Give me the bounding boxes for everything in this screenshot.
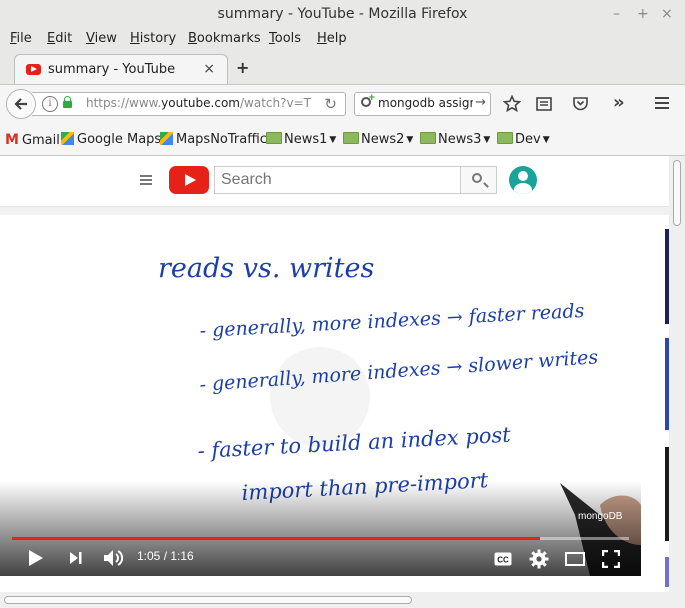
new-tab-button[interactable]: + — [236, 58, 249, 77]
fullscreen-icon[interactable] — [602, 550, 620, 568]
menu-hamburger-icon[interactable] — [654, 95, 670, 111]
search-input[interactable]: mongodb assign — [378, 96, 473, 110]
tab-bar: summary - YouTube × + — [0, 52, 685, 84]
menu-bookmarks[interactable]: Bookmarks — [188, 31, 261, 46]
youtube-favicon-icon — [26, 64, 41, 75]
vertical-scrollbar[interactable] — [669, 156, 685, 592]
bookmark-star-icon[interactable] — [503, 95, 521, 113]
url-text[interactable]: https://www.youtube.com/watch?v=T — [86, 96, 318, 110]
progress-played — [12, 537, 540, 540]
bookmark-folder-news1[interactable]: News1 ▼ — [266, 132, 336, 147]
tab-youtube[interactable]: summary - YouTube × — [14, 54, 228, 84]
menu-edit[interactable]: Edit — [47, 31, 72, 46]
url-bar[interactable]: i https://www.youtube.com/watch?v=T ↻ — [32, 92, 346, 116]
menu-help[interactable]: Help — [317, 31, 347, 46]
page-background-band — [0, 207, 669, 215]
url-path: /watch?v=T — [239, 96, 311, 110]
search-bar[interactable]: mongodb assign → — [354, 92, 491, 116]
tab-title: summary - YouTube — [48, 62, 176, 77]
google-maps-icon — [160, 132, 173, 145]
theater-mode-icon[interactable] — [565, 551, 585, 567]
bookmark-gmail[interactable]: M Gmail — [5, 132, 60, 148]
bookmarks-toolbar: M Gmail Google Maps MapsNoTraffic News1 ▼ … — [0, 125, 685, 156]
bookmark-folder-news3[interactable]: News3 ▼ — [420, 132, 490, 147]
google-maps-icon — [61, 132, 74, 145]
next-icon[interactable] — [68, 548, 84, 568]
bookmark-folder-dev[interactable]: Dev ▼ — [497, 132, 550, 147]
url-host: youtube.com — [161, 96, 240, 110]
page-content: reads vs. writes - generally, more index… — [0, 156, 669, 592]
window-title: summary - YouTube - Mozilla Firefox — [217, 6, 468, 22]
search-engine-icon[interactable] — [361, 93, 376, 107]
guide-menu-icon[interactable] — [140, 175, 152, 185]
window-titlebar: summary - YouTube - Mozilla Firefox – + … — [0, 0, 685, 28]
menu-file[interactable]: File — [10, 31, 32, 46]
pocket-icon[interactable] — [572, 95, 589, 112]
reload-icon[interactable]: ↻ — [324, 95, 337, 113]
url-prefix: https://www. — [86, 96, 162, 110]
menu-tools[interactable]: Tools — [269, 31, 301, 46]
horizontal-scroll-thumb[interactable] — [4, 596, 412, 604]
play-icon[interactable] — [27, 548, 45, 568]
svg-text:CC: CC — [497, 556, 509, 565]
bookmark-label: News2 — [361, 132, 405, 147]
menu-history[interactable]: History — [130, 31, 176, 46]
bookmark-label: News3 — [438, 132, 482, 147]
mongodb-watermark: mongoDB — [578, 511, 623, 522]
volume-icon[interactable] — [103, 548, 125, 568]
youtube-search-button[interactable] — [461, 166, 497, 194]
overflow-chevron-icon[interactable]: » — [613, 92, 625, 113]
avatar[interactable] — [509, 166, 537, 194]
dropdown-caret-icon: ▼ — [406, 135, 414, 145]
lock-icon[interactable] — [63, 96, 72, 108]
settings-gear-icon[interactable] — [529, 549, 549, 569]
menu-bar: File Edit View History Bookmarks Tools H… — [0, 28, 685, 50]
search-go-icon[interactable]: → — [475, 95, 486, 110]
bookmark-label: Dev — [515, 132, 541, 147]
dropdown-caret-icon: ▼ — [329, 135, 337, 145]
whiteboard-line-1: - generally, more indexes → faster reads — [199, 300, 585, 342]
bookmark-label: Google Maps — [77, 132, 162, 147]
tab-close-icon[interactable]: × — [203, 61, 215, 77]
back-arrow-icon — [14, 98, 27, 110]
bookmark-label: MapsNoTraffic — [176, 132, 267, 147]
folder-icon — [497, 132, 513, 144]
folder-icon — [343, 132, 359, 144]
related-videos-sidebar — [651, 215, 669, 592]
gmail-icon: M — [5, 132, 19, 148]
folder-icon — [266, 132, 282, 144]
captions-icon[interactable]: CC — [494, 552, 512, 566]
close-window-button[interactable]: × — [661, 0, 673, 28]
youtube-logo[interactable] — [169, 166, 209, 194]
bookmark-google-maps[interactable]: Google Maps — [61, 132, 161, 147]
bookmark-label: News1 — [284, 132, 328, 147]
youtube-search-input[interactable] — [214, 166, 461, 194]
vertical-scroll-thumb[interactable] — [673, 160, 681, 226]
video-player[interactable]: reads vs. writes - generally, more index… — [0, 215, 641, 576]
navigation-bar: i https://www.youtube.com/watch?v=T ↻ mo… — [0, 84, 685, 125]
dropdown-caret-icon: ▼ — [483, 135, 491, 145]
site-info-icon[interactable]: i — [42, 96, 58, 112]
bookmark-mapsnotraffic[interactable]: MapsNoTraffic — [160, 132, 267, 147]
progress-bar[interactable] — [12, 537, 629, 540]
folder-icon — [420, 132, 436, 144]
dropdown-caret-icon: ▼ — [542, 135, 550, 145]
library-icon[interactable] — [536, 95, 552, 113]
youtube-header — [0, 156, 669, 207]
maximize-button[interactable]: + — [637, 0, 649, 28]
menu-view[interactable]: View — [86, 31, 117, 46]
bookmark-label: Gmail — [21, 133, 60, 148]
whiteboard-title: reads vs. writes — [158, 253, 374, 284]
whiteboard-line-2: - generally, more indexes → slower write… — [199, 346, 599, 396]
search-icon — [472, 173, 482, 183]
minimize-button[interactable]: – — [613, 0, 620, 28]
time-display: 1:05 / 1:16 — [137, 549, 194, 563]
horizontal-scrollbar[interactable] — [0, 592, 685, 608]
back-button[interactable] — [6, 89, 36, 119]
bookmark-folder-news2[interactable]: News2 ▼ — [343, 132, 413, 147]
